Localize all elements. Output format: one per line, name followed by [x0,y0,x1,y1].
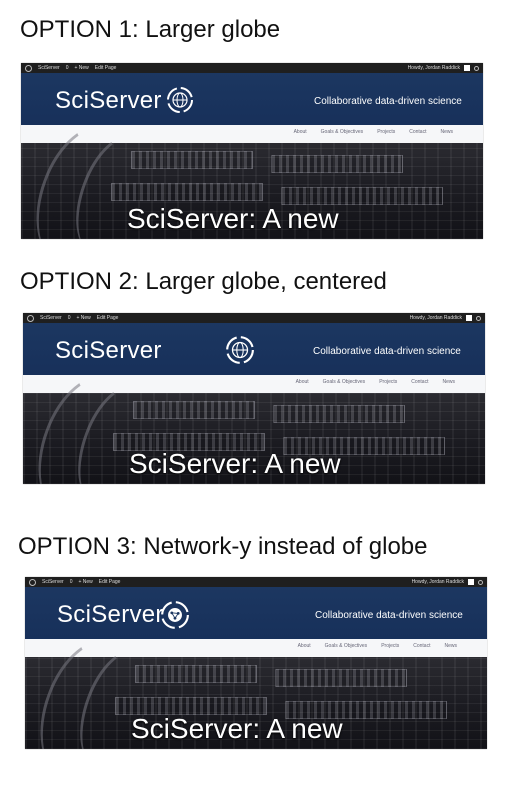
nav-projects[interactable]: Projects [377,129,395,135]
admin-site-link[interactable]: SciServer [38,63,60,73]
admin-site-link[interactable]: SciServer [40,313,62,323]
site-tagline: Collaborative data-driven science [315,610,463,621]
admin-new-link[interactable]: + New [74,63,88,73]
wordpress-icon[interactable] [29,578,36,586]
nav-goals[interactable]: Goals & Objectives [321,129,364,135]
admin-greeting[interactable]: Howdy, Jordan Raddick [408,63,460,73]
site-header: SciServer Collaborative data-driven scie… [23,323,485,375]
nav-about[interactable]: About [298,643,311,649]
nav-contact[interactable]: Contact [411,379,428,385]
nav-news[interactable]: News [444,643,457,649]
nav-contact[interactable]: Contact [413,643,430,649]
nav-goals[interactable]: Goals & Objectives [323,379,366,385]
nav-about[interactable]: About [294,129,307,135]
site-tagline: Collaborative data-driven science [314,96,462,107]
site-logo-text[interactable]: SciServer [55,87,162,115]
avatar[interactable] [466,315,472,321]
admin-bar: SciServer 0 + New Edit Page Howdy, Jorda… [21,63,483,73]
admin-edit-link[interactable]: Edit Page [97,313,119,323]
site-header: SciServer Collaborative data-driven scie… [25,587,487,639]
site-header: SciServer Collaborative data-driven scie… [21,73,483,125]
search-icon[interactable] [474,65,479,71]
admin-bar: SciServer 0 + New Edit Page Howdy, Jorda… [23,313,485,323]
option-3-mockup: SciServer 0 + New Edit Page Howdy, Jorda… [25,577,487,749]
admin-greeting[interactable]: Howdy, Jordan Raddick [412,577,464,587]
search-icon[interactable] [476,315,481,321]
admin-edit-link[interactable]: Edit Page [95,63,117,73]
hero-title: SciServer: A new [129,448,341,479]
hero-banner: SciServer: A new [25,627,487,749]
hero-title: SciServer: A new [131,713,343,744]
option-2-mockup: SciServer 0 + New Edit Page Howdy, Jorda… [23,313,485,484]
admin-comments-count[interactable]: 0 [66,63,69,73]
nav-about[interactable]: About [296,379,309,385]
admin-edit-link[interactable]: Edit Page [99,577,121,587]
admin-site-link[interactable]: SciServer [42,577,64,587]
admin-bar: SciServer 0 + New Edit Page Howdy, Jorda… [25,577,487,587]
option-2-title: OPTION 2: Larger globe, centered [20,268,387,295]
admin-comments-count[interactable]: 0 [68,313,71,323]
admin-greeting[interactable]: Howdy, Jordan Raddick [410,313,462,323]
search-icon[interactable] [478,579,483,585]
admin-new-link[interactable]: + New [76,313,90,323]
wordpress-icon[interactable] [27,314,34,322]
hero-banner: SciServer: A new [23,363,485,484]
wordpress-icon[interactable] [25,64,32,72]
nav-news[interactable]: News [442,379,455,385]
option-1-title: OPTION 1: Larger globe [20,16,281,43]
admin-comments-count[interactable]: 0 [70,577,73,587]
avatar[interactable] [468,579,474,585]
globe-icon [167,87,193,113]
site-logo-text[interactable]: SciServer [57,601,164,629]
site-logo-text[interactable]: SciServer [55,337,162,365]
network-icon [161,601,189,629]
globe-icon [226,336,254,364]
avatar[interactable] [464,65,470,71]
nav-goals[interactable]: Goals & Objectives [325,643,368,649]
option-1-mockup: SciServer 0 + New Edit Page Howdy, Jorda… [21,63,483,239]
option-3-title: OPTION 3: Network-y instead of globe [18,533,428,560]
hero-title: SciServer: A new [127,203,339,234]
nav-contact[interactable]: Contact [409,129,426,135]
hero-banner: SciServer: A new [21,113,483,239]
admin-new-link[interactable]: + New [78,577,92,587]
nav-projects[interactable]: Projects [381,643,399,649]
nav-projects[interactable]: Projects [379,379,397,385]
nav-news[interactable]: News [440,129,453,135]
site-tagline: Collaborative data-driven science [313,346,461,357]
